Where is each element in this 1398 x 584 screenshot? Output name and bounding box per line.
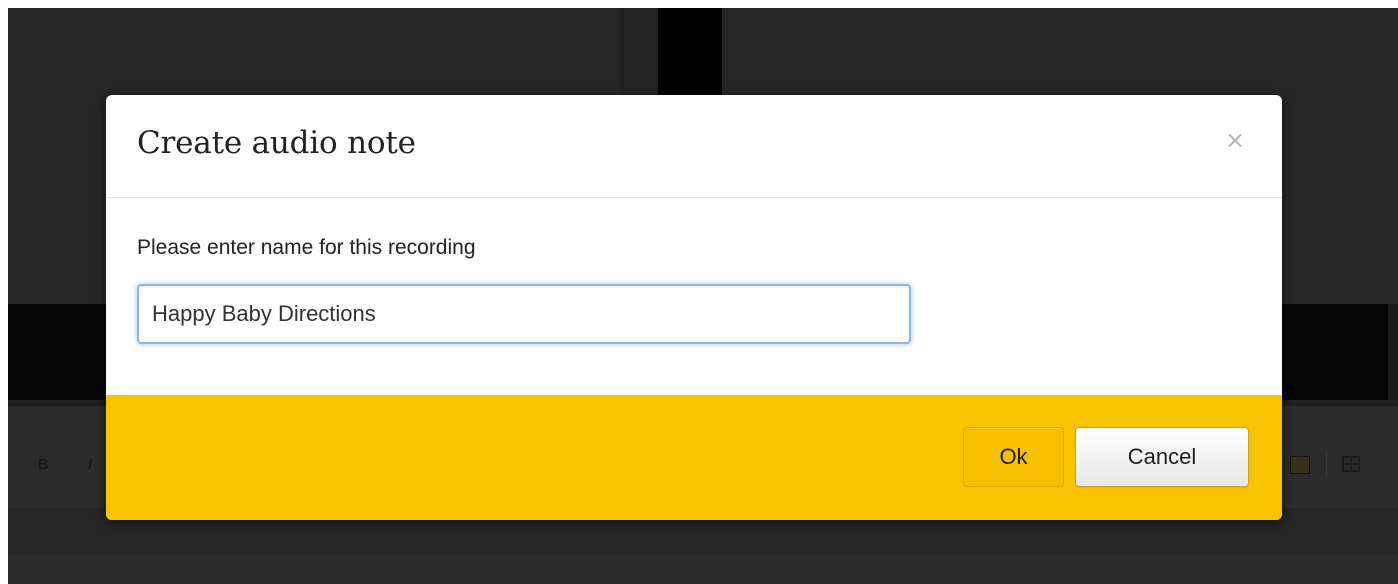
create-audio-note-dialog: Create audio note × Please enter name fo… — [106, 95, 1282, 520]
recording-name-label: Please enter name for this recording — [137, 236, 476, 259]
table-icon — [1342, 456, 1360, 472]
ok-button[interactable]: Ok — [963, 427, 1064, 487]
dialog-header: Create audio note × — [106, 95, 1282, 198]
bold-icon: B — [38, 456, 49, 473]
app-stage: B I Create audio note × Please enter nam… — [0, 0, 1398, 584]
background-header-band-edge — [1388, 304, 1398, 400]
background-footer-strip — [8, 556, 1398, 584]
toolbar-separator — [1326, 450, 1327, 478]
cancel-button[interactable]: Cancel — [1075, 427, 1249, 487]
recording-name-input[interactable] — [137, 284, 911, 344]
dialog-title: Create audio note — [137, 125, 416, 161]
italic-icon: I — [88, 456, 93, 473]
dialog-footer: Ok Cancel — [106, 395, 1282, 520]
color-swatch-icon — [1290, 456, 1310, 474]
dialog-body: Please enter name for this recording — [106, 198, 1282, 395]
close-icon[interactable]: × — [1220, 125, 1250, 155]
